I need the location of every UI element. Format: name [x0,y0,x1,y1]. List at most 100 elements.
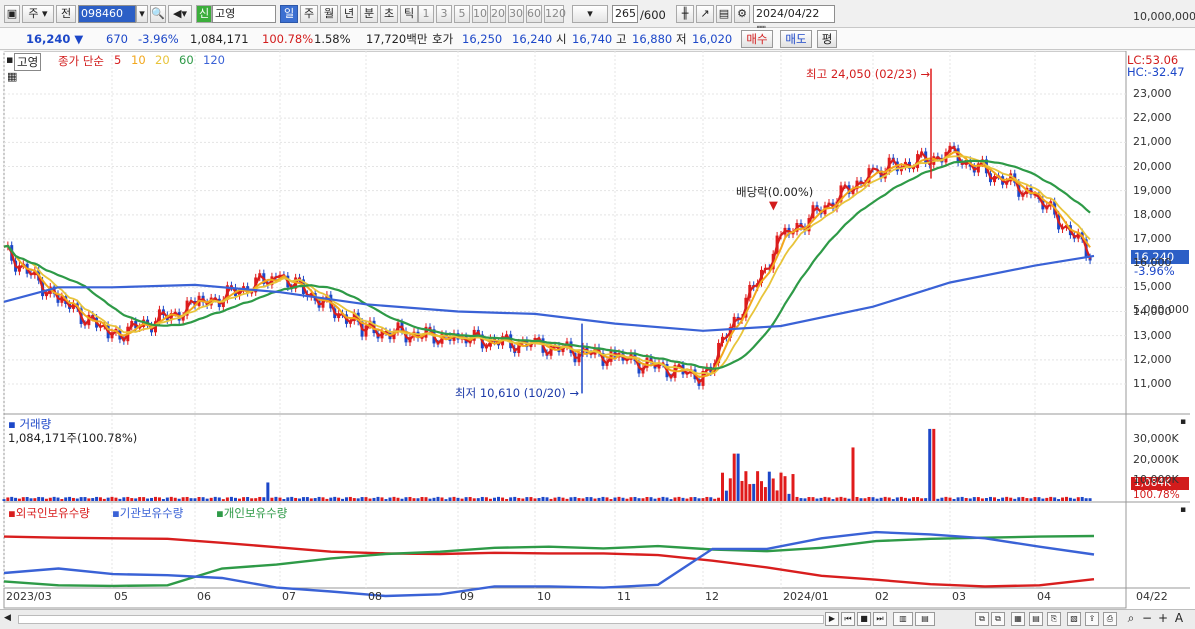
pane-control-icon[interactable]: ▪ [8,417,16,431]
period-button[interactable]: 분 [360,5,378,23]
candle-icon[interactable]: ╫ [676,5,694,23]
type-select[interactable]: 주 ▾ [22,5,54,23]
period-button[interactable]: 월 [320,5,338,23]
volume-bar [317,496,321,501]
volume-bar [274,496,278,501]
volume-bar [589,497,593,501]
price-change: 670 [106,32,128,46]
zoom-in-icon[interactable]: + [1156,612,1170,626]
interval-button[interactable]: 10 [472,5,488,23]
font-size-icon[interactable]: A [1172,612,1186,626]
zoom-out-icon[interactable]: − [1140,612,1154,626]
buy-button[interactable]: 매수 [741,30,773,48]
interval-button[interactable]: 20 [490,5,506,23]
volume-bar [278,497,282,501]
volume-bar [883,496,887,501]
grid-icon[interactable]: ▦ [1011,612,1025,626]
window-split-icon[interactable]: ⧉ [975,612,989,626]
last-icon[interactable]: ⏭ [873,612,887,626]
stop-icon[interactable]: ■ [857,612,871,626]
window-icon[interactable]: ▣ [4,5,20,23]
volume-bar [400,498,404,501]
layout2-icon[interactable]: ▤ [915,612,935,626]
first-icon[interactable]: ⏮ [841,612,855,626]
scroll-left-icon[interactable]: ◀ [4,613,11,623]
volume-bar [106,497,110,501]
stock-name-field[interactable]: 고영 [212,5,276,23]
next-icon[interactable]: ▶ [825,612,839,626]
stock-tag[interactable]: 고영 [14,53,42,71]
volume-bar [779,472,783,501]
save-icon[interactable]: ▤ [716,5,732,23]
sell-button[interactable]: 매도 [780,30,812,48]
volume-bar [1005,496,1009,501]
volume-bar [246,497,250,501]
chart-navigation-bar: ◀ ▶ ⏮ ■ ⏭ ▥ ▤ ⧉ ⧉ ▦ ▤ ⎘ ▧ ⇪ ⎙ ⌕ − + A [0,609,1195,629]
image-icon[interactable]: ▧ [1067,612,1081,626]
draw-icon[interactable]: ↗ [696,5,714,23]
volume-bar [177,498,181,501]
collapse-icon[interactable]: ▪ [1180,505,1186,515]
print-icon[interactable]: ⎙ [1103,612,1117,626]
ma-legend-item: 20 [155,53,170,67]
volume-bar [376,496,380,501]
search-icon[interactable]: 🔍 [150,5,166,23]
period-button[interactable]: 주 [300,5,318,23]
high-price: 16,880 [632,32,673,46]
volume-bar [201,497,205,501]
volume-title-text: 거래량 [19,417,52,431]
speaker-icon[interactable]: ◀▾ [168,5,192,23]
stock-code-input[interactable]: 098460 [78,5,136,23]
pane-control-icon[interactable]: ▪ [6,53,13,66]
volume-bar [456,497,460,501]
prev-button[interactable]: 전 [56,5,76,23]
code-dropdown-icon[interactable]: ▾ [136,5,148,23]
interval-button[interactable]: 120 [544,5,566,23]
zoom-icon[interactable]: ⌕ [1124,612,1138,626]
interval-button[interactable]: 5 [454,5,470,23]
eval-button[interactable]: 평 [817,30,837,48]
volume-bar [879,497,883,501]
date-input[interactable]: 2024/04/22 ▦ [753,5,835,36]
interval-button[interactable]: 30 [508,5,524,23]
volume-bar [960,496,964,501]
collapse-icon[interactable]: ▪ [1180,417,1186,427]
count-input[interactable]: 265 [612,5,638,23]
period-button[interactable]: 년 [340,5,358,23]
arrow-right-icon: → [569,386,580,400]
list-icon[interactable]: ▤ [1029,612,1043,626]
gear-icon[interactable]: ⚙ [734,5,750,23]
period-button[interactable]: 초 [380,5,398,23]
volume-bar [122,497,126,501]
interval-dropdown[interactable]: ▾ [572,5,608,23]
period-button[interactable]: 틱 [400,5,418,23]
volume-bar [783,476,787,501]
volume-bar [71,497,75,501]
volume-bar [819,497,823,501]
stock-chart[interactable] [0,51,1195,609]
volume-bar [360,497,364,501]
scrollbar-track[interactable] [18,615,824,624]
high-note-text: 최고 24,050 (02/23) [806,67,917,81]
window-restore-icon[interactable]: ⧉ [991,612,1005,626]
interval-button[interactable]: 60 [526,5,542,23]
copy-icon[interactable]: ⎘ [1047,612,1061,626]
turnover: 1.58% [314,32,351,46]
volume-bar [169,496,173,501]
volume-bar [138,497,142,501]
volume-bar [1080,496,1084,501]
volume-bar [83,497,87,501]
period-button[interactable]: 일 [280,5,298,23]
volume-bar [416,498,420,501]
volume-bar [1049,496,1053,501]
table-icon[interactable]: ▦ [7,70,17,83]
volume-bar [428,498,432,501]
interval-button[interactable]: 3 [436,5,452,23]
export-icon[interactable]: ⇪ [1085,612,1099,626]
volume-bar [14,497,18,501]
volume-bar [1013,498,1017,501]
layout-icon[interactable]: ▥ [893,612,913,626]
interval-button[interactable]: 1 [418,5,434,23]
volume-axis-label: 20,000K [1133,452,1179,466]
volume-bar [537,498,541,501]
